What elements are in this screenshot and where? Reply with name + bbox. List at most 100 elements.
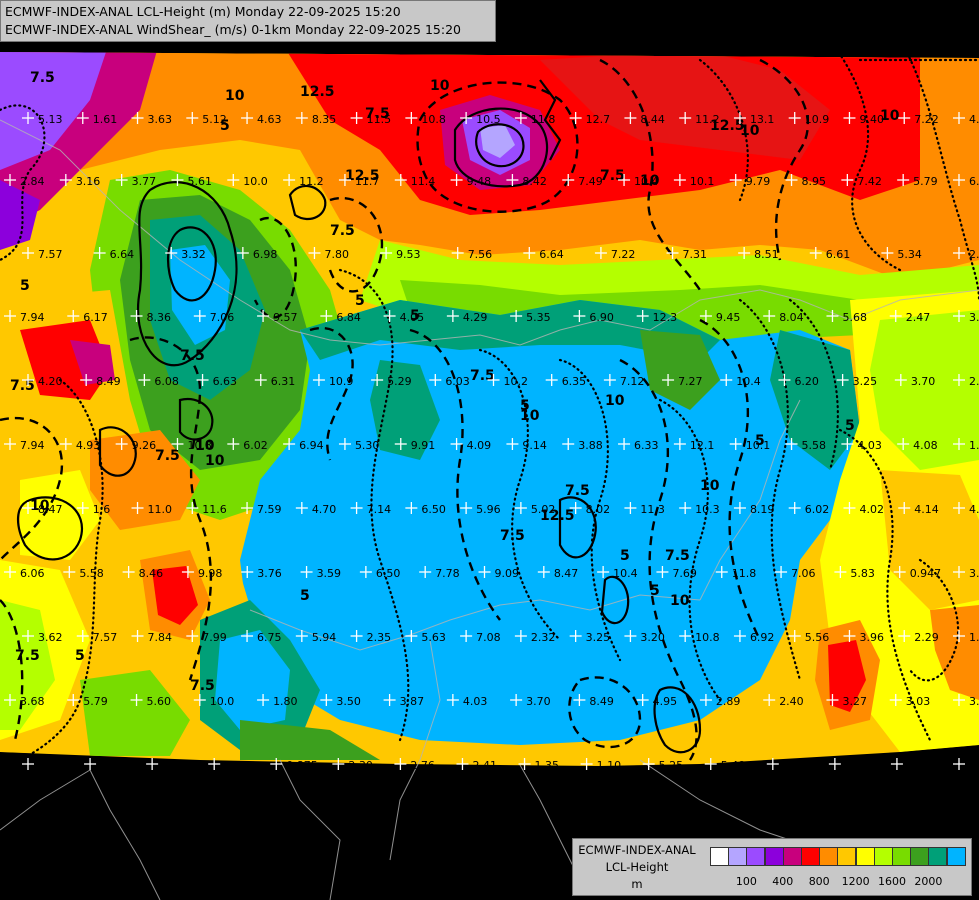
station-value: 1.6 [93,503,111,516]
station-value: 8.44 [640,113,665,126]
station: 3.70 [894,374,935,388]
legend-swatch [782,847,802,866]
legend-tick-label: 100 [735,875,757,888]
station-value: 3.20 [640,631,665,644]
station-value: 4.09 [467,439,492,452]
station-value: 3.03 [906,695,931,708]
legend-swatch [710,847,729,866]
station: 3.03 [889,694,931,708]
legend-swatch [819,847,839,866]
station-value: 3.63 [148,113,173,126]
station: 4.70 [295,502,336,516]
station-value: 0.875 [286,759,318,772]
station-value: 10.3 [695,503,720,516]
legend-tick-label: 2000 [914,875,943,888]
station: 5.60 [130,694,171,708]
station-value: 7.14 [367,503,392,516]
station-value: 9.57 [273,311,298,324]
station: 7.49 [562,174,603,188]
station-value: 7.08 [476,631,501,644]
station-value: 2.84 [20,175,45,188]
station-value: 3.16 [76,175,101,188]
station: 7.57 [76,630,117,644]
station: 6.92 [733,630,774,644]
station-value: 8.02 [586,503,611,516]
station: 6.36 [84,758,125,772]
station: 6.02 [788,502,829,516]
station-value: 8.36 [147,311,172,324]
station-value: 7.27 [678,375,703,388]
station: 7.31 [666,247,707,261]
station-value: 3.27 [842,695,867,708]
station: 4.20 [22,374,63,388]
station: 8.04 [763,310,804,324]
station: 9.45 [699,310,740,324]
station: 10.9 [312,374,353,388]
station-value: 6.20 [794,375,819,388]
station: 4.95 [636,694,677,708]
station: 6.02 [227,438,268,452]
station-value: 9.53 [396,248,421,261]
station: 6.94 [283,438,324,452]
station-value: 5.12 [202,113,227,126]
station-value: 7.69 [672,567,697,580]
station-value: 4.93 [76,439,101,452]
contour-label: 5 [520,398,530,414]
station: 6.63 [196,374,237,388]
contour-label: 5 [845,418,855,434]
station: 2.32 [514,630,555,644]
station-value: 3.32 [181,248,206,261]
station-value: 6.17 [83,311,108,324]
station-value: 13.1 [750,113,775,126]
station: 11.2 [679,112,720,126]
station: 8.44 [624,112,665,126]
station-value: 11.0 [148,503,173,516]
station: 3.76 [241,566,282,580]
legend-swatch [746,847,766,866]
station-value: 5.79 [913,175,938,188]
station-value: 3.70 [526,695,551,708]
station: 11.4 [394,174,435,188]
station-value: 9.48 [467,175,492,188]
station: 10.8 [405,112,446,126]
station: 4.93 [59,438,101,452]
station-value: 8.49 [589,695,614,708]
station-value: 10.3 [187,439,212,452]
contour-label: 10 [670,593,690,609]
station: 1.61 [76,112,117,126]
station-value: 10.5 [476,113,501,126]
station-value: 12.3 [653,311,678,324]
station-value: 6.64 [539,248,564,261]
legend-tick-label: 800 [808,875,830,888]
station: 5.56 [788,630,829,644]
station-value: 3.50 [336,695,361,708]
station: 13.1 [733,112,775,126]
station: 5.25 [642,758,683,772]
station-value: 8.95 [802,175,827,188]
station: 5.13 [22,112,63,126]
station: 10.3 [679,502,720,516]
station-value: 3.86 [969,695,979,708]
station: 9.57 [257,310,298,324]
station-value: 2.45 [969,248,979,261]
station-value: 10.4 [634,175,659,188]
station: 8.47 [537,566,578,580]
station-value: 6.35 [562,375,587,388]
station-value: 2.89 [716,695,741,708]
station: 5.61 [171,174,212,188]
station-value: 6.08 [154,375,179,388]
station-value: 7.84 [148,631,173,644]
station-value: 6.36 [100,759,125,772]
station: 7.56 [451,247,492,261]
station: 10.8 [679,630,720,644]
station-value: 3.94 [907,759,932,772]
station-value: 2.40 [779,695,804,708]
station: 5.29 [371,374,412,388]
station: 5.94 [295,630,336,644]
station-value: 6.90 [589,311,614,324]
station-value: 5.58 [802,439,827,452]
station: 12.3 [636,310,678,324]
station-value: 9.91 [411,439,436,452]
station-value: 5.12 [162,759,187,772]
station: 3.63 [131,112,173,126]
